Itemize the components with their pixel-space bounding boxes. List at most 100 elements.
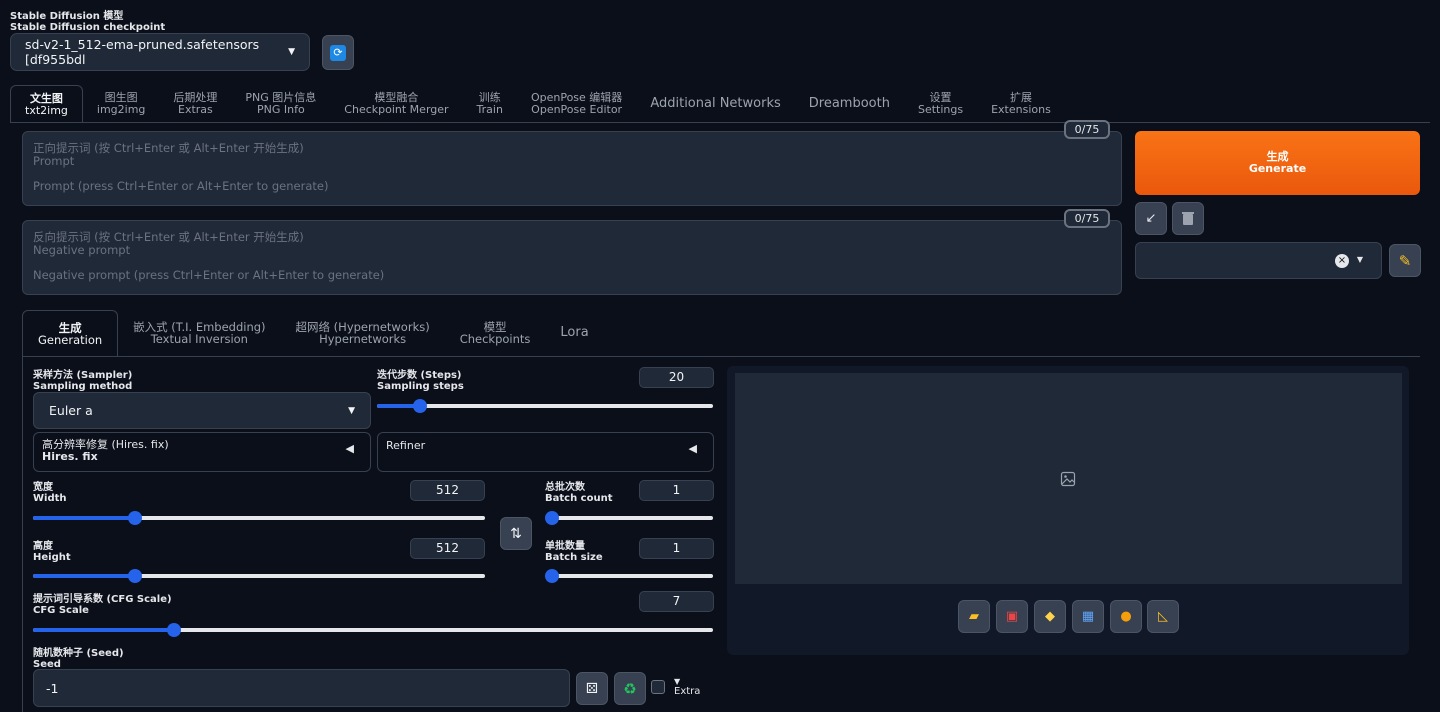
hires-fix-accordion[interactable]: 高分辨率修复 (Hires. fix) Hires. fix ◀: [33, 432, 371, 472]
zip-button[interactable]: ◆: [1034, 600, 1066, 633]
random-seed-button[interactable]: ⚄: [576, 672, 608, 705]
batch-size-label: 单批数量 Batch size: [545, 541, 603, 563]
subtab-checkpoints[interactable]: 模型 Checkpoints: [445, 310, 546, 356]
refresh-checkpoint-button[interactable]: ⟳: [322, 35, 354, 70]
tab-openpose-editor[interactable]: OpenPose 编辑器 OpenPose Editor: [517, 85, 636, 123]
subtab-lora[interactable]: Lora: [545, 310, 603, 356]
zip-icon: ◆: [1045, 609, 1055, 624]
batch-size-slider[interactable]: [545, 568, 713, 584]
save-button[interactable]: ▣: [996, 600, 1028, 633]
height-label: 高度 Height: [33, 541, 71, 563]
subtab-label: Lora: [560, 325, 589, 340]
send-to-inpaint-button[interactable]: ●: [1110, 600, 1142, 633]
extra-label: Extra: [674, 686, 701, 697]
generate-button[interactable]: 生成 Generate: [1135, 131, 1420, 195]
trash-icon: [1182, 212, 1194, 225]
clear-prompt-button[interactable]: [1172, 202, 1204, 235]
dice-icon: ⚄: [585, 680, 599, 697]
save-icon: ▣: [1005, 609, 1019, 624]
tab-label: Dreambooth: [808, 96, 890, 111]
prompt-textarea[interactable]: 正向提示词 (按 Ctrl+Enter 或 Alt+Enter 开始生成) Pr…: [22, 131, 1122, 206]
cfg-number-input[interactable]: 7: [639, 591, 714, 612]
open-folder-button[interactable]: ▰: [958, 600, 990, 633]
collapse-triangle-icon: ◀: [688, 442, 697, 455]
batch-size-label-en: Batch size: [545, 552, 603, 563]
subtab-divider: [22, 356, 1420, 357]
slider-thumb[interactable]: [412, 399, 427, 413]
width-number-input[interactable]: 512: [410, 480, 485, 501]
send-to-extras-button[interactable]: ◺: [1147, 600, 1179, 633]
height-number-input[interactable]: 512: [410, 538, 485, 559]
steps-slider[interactable]: [377, 398, 713, 414]
tab-sublabel: PNG Info: [257, 103, 305, 116]
extra-checkbox[interactable]: [651, 680, 665, 694]
cfg-label-en: CFG Scale: [33, 605, 89, 616]
pencil-icon: ✎: [1398, 251, 1412, 270]
tab-settings[interactable]: 设置 Settings: [904, 85, 977, 123]
negative-placeholder-cn: 反向提示词 (按 Ctrl+Enter 或 Alt+Enter 开始生成): [33, 230, 304, 244]
tab-txt2img[interactable]: 文生图 txt2img: [10, 85, 83, 123]
extra-toggle[interactable]: ▼ Extra: [674, 677, 700, 697]
batch-count-slider[interactable]: [545, 510, 713, 526]
chevron-down-icon: ▼: [1356, 255, 1363, 264]
tab-train[interactable]: 训练 Train: [463, 85, 517, 123]
subtab-sublabel: Textual Inversion: [150, 332, 248, 346]
width-label-cn: 宽度: [33, 482, 53, 493]
tab-sublabel: OpenPose Editor: [531, 103, 623, 116]
image-placeholder-icon: [1060, 471, 1076, 487]
sampler-dropdown[interactable]: Euler a ▼: [33, 392, 371, 429]
slider-thumb[interactable]: [166, 623, 181, 637]
swap-dimensions-button[interactable]: ⇅: [500, 517, 532, 550]
steps-number-input[interactable]: 20: [639, 367, 714, 388]
tab-sublabel: Extras: [178, 103, 213, 116]
subtab-sublabel: Checkpoints: [459, 332, 531, 346]
tab-sublabel: txt2img: [25, 103, 68, 117]
tab-checkpoint-merger[interactable]: 模型融合 Checkpoint Merger: [330, 85, 462, 123]
cfg-label-cn: 提示词引导系数 (CFG Scale): [33, 594, 172, 605]
negative-prompt-textarea[interactable]: 反向提示词 (按 Ctrl+Enter 或 Alt+Enter 开始生成) Ne…: [22, 220, 1122, 295]
sampler-label-en: Sampling method: [33, 381, 133, 392]
width-slider[interactable]: [33, 510, 485, 526]
cfg-slider[interactable]: [33, 622, 713, 638]
cfg-label: 提示词引导系数 (CFG Scale) CFG Scale: [33, 594, 172, 616]
slider-track: [377, 404, 713, 408]
sub-tabs: 生成 Generation 嵌入式 (T.I. Embedding) Textual…: [22, 310, 604, 356]
batch-count-label: 总批次数 Batch count: [545, 482, 613, 504]
seed-input[interactable]: -1: [33, 669, 570, 707]
subtab-label: 生成: [58, 320, 82, 335]
prompt-placeholder-cn: 正向提示词 (按 Ctrl+Enter 或 Alt+Enter 开始生成): [33, 141, 304, 155]
steps-label: 迭代步数 (Steps) Sampling steps: [377, 370, 464, 392]
slider-thumb[interactable]: [545, 511, 559, 525]
tab-img2img[interactable]: 图生图 img2img: [83, 85, 160, 123]
checkpoint-value: sd-v2-1_512-ema-pruned.safetensors [df95…: [25, 37, 260, 67]
recycle-icon: ♻: [623, 679, 637, 698]
tab-additional-networks[interactable]: Additional Networks: [636, 85, 794, 123]
slider-thumb[interactable]: [545, 569, 559, 583]
height-slider[interactable]: [33, 568, 485, 584]
subtab-generation[interactable]: 生成 Generation: [22, 310, 119, 356]
sampler-value: Euler a: [49, 403, 93, 418]
tab-sublabel: Extensions: [991, 103, 1051, 116]
styles-dropdown[interactable]: × ▼: [1135, 242, 1382, 279]
batch-size-number-input[interactable]: 1: [639, 538, 714, 559]
close-icon[interactable]: ×: [1335, 254, 1349, 268]
tab-dreambooth[interactable]: Dreambooth: [795, 85, 904, 123]
seed-value: -1: [46, 680, 59, 696]
checkpoint-dropdown[interactable]: sd-v2-1_512-ema-pruned.safetensors [df95…: [10, 33, 310, 71]
subtab-textual-inversion[interactable]: 嵌入式 (T.I. Embedding) Textual Inversion: [118, 310, 280, 356]
subtab-hypernetworks[interactable]: 超网络 (Hypernetworks) Hypernetworks: [281, 310, 445, 356]
edit-styles-button[interactable]: ✎: [1389, 244, 1421, 277]
read-params-button[interactable]: ↙: [1135, 202, 1167, 235]
slider-thumb[interactable]: [128, 511, 143, 525]
refresh-icon: ⟳: [330, 44, 346, 61]
reuse-seed-button[interactable]: ♻: [614, 672, 646, 705]
batch-count-number-input[interactable]: 1: [639, 480, 714, 501]
tab-png-info[interactable]: PNG 图片信息 PNG Info: [231, 85, 330, 123]
slider-thumb[interactable]: [128, 569, 143, 583]
sampler-label: 采样方法 (Sampler) Sampling method: [33, 370, 132, 392]
send-to-img2img-button[interactable]: ▦: [1072, 600, 1104, 633]
tab-extensions[interactable]: 扩展 Extensions: [977, 85, 1065, 123]
prompt-placeholder-label: Prompt: [33, 154, 75, 168]
refiner-accordion[interactable]: Refiner ◀: [377, 432, 714, 472]
tab-extras[interactable]: 后期处理 Extras: [159, 85, 231, 123]
